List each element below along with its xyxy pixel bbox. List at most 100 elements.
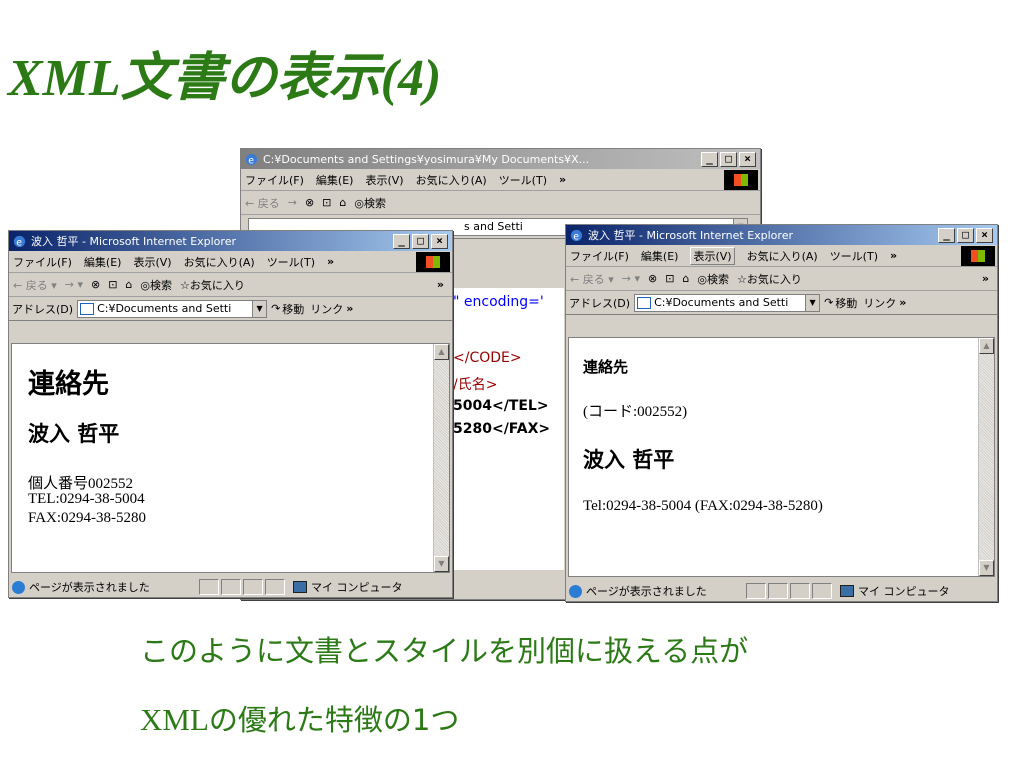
doc-code: (コード:002552) [583, 404, 688, 420]
go-arrow-icon: ↷ [271, 302, 281, 315]
scroll-down-icon[interactable]: ▼ [979, 560, 994, 576]
forward-button[interactable]: → ▾ [622, 272, 640, 285]
close-button[interactable]: × [976, 227, 993, 243]
close-button[interactable]: × [739, 151, 756, 167]
ie-window-left[interactable]: e 波入 哲平 - Microsoft Internet Explorer _ … [8, 230, 453, 598]
window-titlebar[interactable]: e 波入 哲平 - Microsoft Internet Explorer _ … [9, 231, 452, 251]
menu-more-chevron[interactable]: » [559, 173, 566, 186]
menu-favorites[interactable]: お気に入り(A) [747, 248, 818, 264]
menu-view[interactable]: 表示(V) [365, 172, 403, 188]
links-more-chevron[interactable]: » [899, 296, 906, 309]
scroll-down-icon[interactable]: ▼ [434, 556, 449, 572]
menu-favorites[interactable]: お気に入り(A) [184, 254, 255, 270]
links-button[interactable]: リンク [310, 301, 343, 317]
vertical-scrollbar[interactable]: ▲ ▼ [433, 344, 449, 572]
page-icon [80, 302, 95, 315]
refresh-button[interactable]: ⊡ [108, 278, 117, 291]
links-button[interactable]: リンク [863, 295, 896, 311]
ie-icon: e [13, 235, 26, 248]
address-input[interactable]: C:¥Documents and Setti ▼ [77, 299, 268, 318]
menu-more-chevron[interactable]: » [327, 255, 334, 268]
xml-line: /氏名> [453, 377, 498, 393]
menu-bar: ファイル(F) 編集(E) 表示(V) お気に入り(A) ツール(T) » [241, 169, 760, 191]
search-button[interactable]: ◎検索 [354, 195, 386, 211]
caption-xml: XML [140, 702, 209, 737]
doc-line: 個人番号002552 [28, 476, 134, 492]
menu-view[interactable]: 表示(V) [690, 246, 735, 265]
xml-line: </CODE> [453, 350, 522, 366]
menu-tools[interactable]: ツール(T) [830, 248, 878, 264]
search-button[interactable]: ◎検索 [697, 271, 729, 287]
go-button[interactable]: 移動 [282, 301, 304, 317]
menu-file[interactable]: ファイル(F) [13, 254, 72, 270]
address-dropdown-icon[interactable]: ▼ [252, 300, 267, 317]
scroll-up-icon[interactable]: ▲ [434, 344, 449, 360]
home-button[interactable]: ⌂ [125, 278, 132, 291]
window-title: C:¥Documents and Settings¥yosimura¥My Do… [263, 152, 590, 166]
go-button[interactable]: 移動 [835, 295, 857, 311]
menu-bar: ファイル(F) 編集(E) 表示(V) お気に入り(A) ツール(T) » [566, 245, 997, 267]
minimize-button[interactable]: _ [393, 233, 410, 249]
ie-window-right[interactable]: e 波入 哲平 - Microsoft Internet Explorer _ … [565, 224, 998, 602]
svg-text:e: e [573, 231, 579, 242]
forward-button[interactable]: → [288, 196, 297, 209]
stop-button[interactable]: ⊗ [305, 196, 314, 209]
forward-button[interactable]: → ▾ [65, 278, 83, 291]
back-button[interactable]: ← 戻る ▾ [570, 271, 614, 287]
maximize-button[interactable]: □ [957, 227, 974, 243]
minimize-button[interactable]: _ [938, 227, 955, 243]
window-titlebar[interactable]: e 波入 哲平 - Microsoft Internet Explorer _ … [566, 225, 997, 245]
stop-button[interactable]: ⊗ [91, 278, 100, 291]
links-more-chevron[interactable]: » [346, 302, 353, 315]
menu-edit[interactable]: 編集(E) [316, 172, 354, 188]
scroll-up-icon[interactable]: ▲ [979, 338, 994, 354]
maximize-button[interactable]: □ [412, 233, 429, 249]
back-button[interactable]: ← 戻る [245, 195, 280, 211]
page-content: 連絡先 (コード:002552) 波入 哲平 Tel:0294-38-5004 … [568, 337, 995, 577]
home-button[interactable]: ⌂ [682, 272, 689, 285]
address-value: C:¥Documents and Setti [654, 296, 789, 309]
refresh-button[interactable]: ⊡ [322, 196, 331, 209]
xml-line: 5280</FAX> [453, 421, 551, 437]
address-input[interactable]: C:¥Documents and Setti ▼ [634, 293, 821, 312]
caption-rest: の優れた特徴の1つ [208, 703, 460, 737]
minimize-button[interactable]: _ [701, 151, 718, 167]
status-zone: マイ コンピュータ [858, 585, 950, 598]
doc-heading: 連絡先 [28, 369, 109, 400]
home-button[interactable]: ⌂ [339, 196, 346, 209]
search-button[interactable]: ◎検索 [140, 277, 172, 293]
favorites-button[interactable]: ☆お気に入り [180, 277, 245, 293]
vertical-scrollbar[interactable]: ▲ ▼ [978, 338, 994, 576]
toolbar: ← 戻る ▾ → ▾ ⊗ ⊡ ⌂ ◎検索 ☆お気に入り » [9, 273, 452, 297]
slide-title: XML文書の表示(4) [8, 50, 442, 107]
svg-text:e: e [248, 155, 254, 166]
close-button[interactable]: × [431, 233, 448, 249]
favorites-button[interactable]: ☆お気に入り [737, 271, 802, 287]
window-titlebar[interactable]: e C:¥Documents and Settings¥yosimura¥My … [241, 149, 760, 169]
menu-favorites[interactable]: お気に入り(A) [416, 172, 487, 188]
address-value: C:¥Documents and Setti [97, 302, 232, 315]
refresh-button[interactable]: ⊡ [665, 272, 674, 285]
menu-file[interactable]: ファイル(F) [570, 248, 629, 264]
address-bar: アドレス(D) C:¥Documents and Setti ▼ ↷ 移動 リン… [566, 291, 997, 315]
xml-source-content: " encoding=' </CODE> /氏名> 5004</TEL> 528… [452, 288, 564, 570]
window-title: 波入 哲平 - Microsoft Internet Explorer [588, 229, 793, 242]
toolbar-more-chevron[interactable]: » [982, 272, 989, 285]
address-dropdown-icon[interactable]: ▼ [805, 294, 820, 311]
computer-icon [293, 581, 307, 593]
menu-file[interactable]: ファイル(F) [245, 172, 304, 188]
page-icon [637, 296, 652, 309]
back-button[interactable]: ← 戻る ▾ [13, 277, 57, 293]
menu-tools[interactable]: ツール(T) [499, 172, 547, 188]
ie-icon: e [570, 229, 583, 242]
stop-button[interactable]: ⊗ [648, 272, 657, 285]
menu-edit[interactable]: 編集(E) [84, 254, 122, 270]
menu-tools[interactable]: ツール(T) [267, 254, 315, 270]
menu-more-chevron[interactable]: » [890, 249, 897, 262]
menu-view[interactable]: 表示(V) [133, 254, 171, 270]
address-value: s and Setti [464, 220, 523, 233]
caption-line-2: XMLの優れた特徴の1つ [140, 697, 459, 739]
toolbar-more-chevron[interactable]: » [437, 278, 444, 291]
maximize-button[interactable]: □ [720, 151, 737, 167]
menu-edit[interactable]: 編集(E) [641, 248, 679, 264]
